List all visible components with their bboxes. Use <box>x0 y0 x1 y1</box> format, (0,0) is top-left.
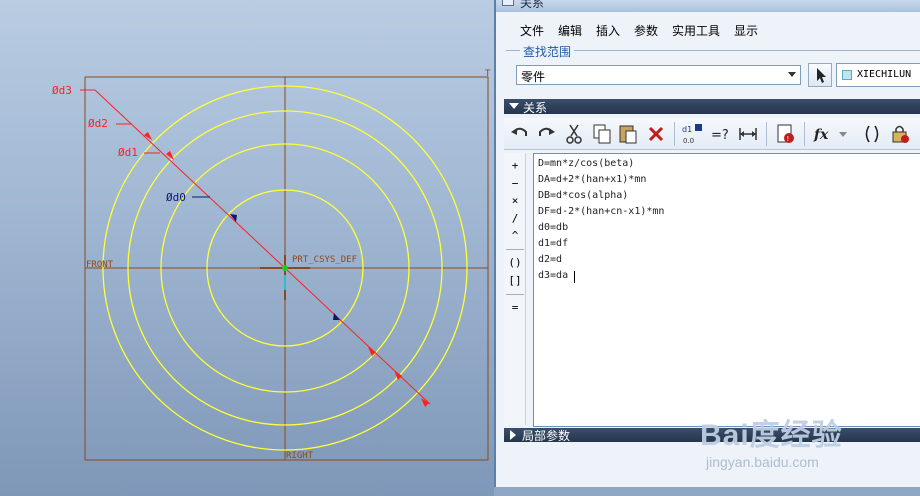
datum-right-label: RIGHT <box>286 451 314 461</box>
operator-parentheses-button[interactable]: () <box>504 256 526 272</box>
function-icon[interactable]: fx <box>812 122 836 146</box>
relations-section-title: 关系 <box>523 101 548 115</box>
dimension-leader <box>94 89 431 405</box>
scope-value: 零件 <box>521 70 546 84</box>
menu-bar: 文件 编辑 插入 参数 实用工具 显示 <box>496 16 920 42</box>
chevron-down-icon[interactable] <box>788 72 796 77</box>
dim-label-d1[interactable]: Ød1 <box>118 146 138 159</box>
model-name: XIECHILUN <box>857 69 912 80</box>
relation-line[interactable]: d0=db <box>538 222 568 233</box>
toolbar-separator <box>766 122 767 146</box>
sort-icon[interactable] <box>736 122 760 146</box>
evaluate-icon[interactable]: =? <box>708 122 732 146</box>
model-viewport[interactable]: Ød3 Ød2 Ød1 Ød0 FRONT RIGHT T PRT_CSYS_D… <box>0 0 494 496</box>
operator-equals-button[interactable]: = <box>504 301 526 317</box>
operator-power-button[interactable]: ^ <box>504 229 526 245</box>
menu-display[interactable]: 显示 <box>734 22 758 39</box>
relations-toolbar: d1 0.0 =? ! fx <box>504 118 920 150</box>
select-model-button[interactable] <box>808 63 832 87</box>
dialog-title: 关系 <box>520 0 545 10</box>
toolbar-separator <box>674 122 675 146</box>
collapse-triangle-icon[interactable] <box>509 103 519 109</box>
arrow-d1-top <box>166 151 174 160</box>
operator-multiply-button[interactable]: × <box>504 194 526 210</box>
operator-column: + − × / ^ () [] = <box>504 153 526 425</box>
text-caret <box>574 271 575 283</box>
operator-separator <box>506 249 524 250</box>
svg-text:d1: d1 <box>682 125 692 134</box>
datum-top-label: T <box>485 69 491 79</box>
relation-line[interactable]: d3=da <box>538 270 568 281</box>
menu-parameters[interactable]: 参数 <box>634 22 658 39</box>
csys-label: PRT_CSYS_DEF <box>292 255 357 265</box>
operator-separator <box>506 294 524 295</box>
toolbar-separator <box>804 122 805 146</box>
dim-label-d0[interactable]: Ød0 <box>166 191 186 204</box>
verify-icon[interactable]: ! <box>774 122 798 146</box>
operator-plus-button[interactable]: + <box>504 159 526 175</box>
cut-icon[interactable] <box>562 122 586 146</box>
operator-minus-button[interactable]: − <box>504 177 526 193</box>
arrow-d0-bottom <box>333 313 340 320</box>
relation-line[interactable]: D=mn*z/cos(beta) <box>538 158 634 169</box>
sketch-canvas[interactable]: Ød3 Ød2 Ød1 Ød0 FRONT RIGHT T PRT_CSYS_D… <box>0 0 494 496</box>
paste-icon[interactable] <box>616 122 640 146</box>
local-parameters-header[interactable]: 局部参数 <box>504 428 920 443</box>
undo-icon[interactable] <box>508 122 532 146</box>
model-name-field[interactable]: XIECHILUN <box>836 63 920 87</box>
relations-dialog: 关系 文件 编辑 插入 参数 实用工具 显示 查找范围 零件 XIECHILUN… <box>494 0 920 487</box>
arrow-d1-bottom <box>368 347 376 356</box>
redo-icon[interactable] <box>534 122 558 146</box>
dialog-app-icon <box>502 0 514 6</box>
operator-brackets-button[interactable]: [] <box>504 274 526 290</box>
relation-line[interactable]: DB=d*cos(alpha) <box>538 190 628 201</box>
menu-edit[interactable]: 编辑 <box>558 22 582 39</box>
operator-divide-button[interactable]: / <box>504 212 526 228</box>
svg-text:fx: fx <box>813 127 829 143</box>
function-dropdown-icon[interactable] <box>836 122 850 146</box>
dialog-titlebar[interactable]: 关系 <box>496 0 920 12</box>
relation-line[interactable]: d2=d <box>538 254 562 265</box>
csys-origin-icon[interactable] <box>282 265 288 271</box>
delete-icon[interactable] <box>644 122 668 146</box>
relation-line[interactable]: DA=d+2*(han+x1)*mn <box>538 174 646 185</box>
local-parameters-title: 局部参数 <box>522 429 571 443</box>
svg-text:0.0: 0.0 <box>683 137 694 145</box>
part-icon <box>842 70 852 80</box>
relation-line[interactable]: DF=d-2*(han+cn-x1)*mn <box>538 206 664 217</box>
parentheses-icon[interactable] <box>860 122 884 146</box>
relation-line[interactable]: d1=df <box>538 238 568 249</box>
menu-insert[interactable]: 插入 <box>596 22 620 39</box>
search-scope-label: 查找范围 <box>520 43 575 60</box>
dim-label-d3[interactable]: Ød3 <box>52 84 72 97</box>
menu-file[interactable]: 文件 <box>520 22 544 39</box>
menu-utilities[interactable]: 实用工具 <box>672 22 720 39</box>
cursor-arrow-icon <box>817 68 826 83</box>
arrow-d2-bottom <box>394 370 402 380</box>
arrow-d2-top <box>144 132 152 140</box>
expand-triangle-icon[interactable] <box>510 430 516 440</box>
relations-section-header[interactable]: 关系 <box>504 99 920 115</box>
dim-label-d2[interactable]: Ød2 <box>88 117 108 130</box>
copy-icon[interactable] <box>590 122 614 146</box>
datum-front-label: FRONT <box>86 260 114 270</box>
svg-text:!: ! <box>787 135 790 143</box>
lock-icon[interactable] <box>888 122 912 146</box>
show-dims-icon[interactable]: d1 0.0 <box>680 122 704 146</box>
scope-dropdown[interactable]: 零件 <box>516 65 801 85</box>
svg-text:=?: =? <box>711 128 729 143</box>
relations-editor[interactable]: D=mn*z/cos(beta) DA=d+2*(han+x1)*mn DB=d… <box>533 153 920 427</box>
